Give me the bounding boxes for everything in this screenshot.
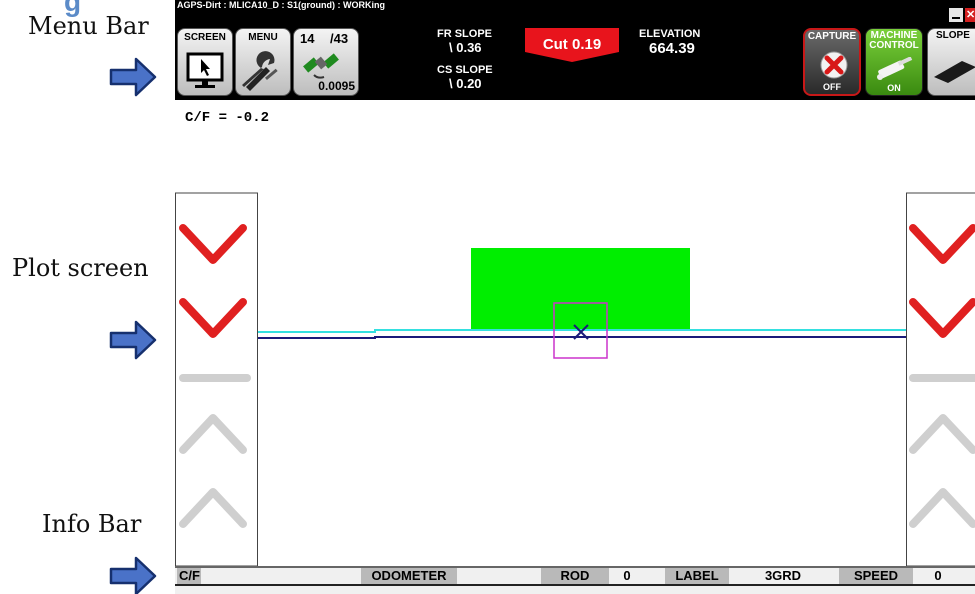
speed-field: SPEED (839, 568, 913, 584)
info-bar-divider (175, 584, 975, 586)
cs-slope-label: CS SLOPE (437, 64, 493, 76)
design-section (471, 248, 690, 330)
odometer-value-field (457, 568, 541, 584)
capture-state: OFF (823, 82, 841, 92)
cs-slope-value: \ 0.20 (449, 76, 482, 91)
hydraulic-cylinder-icon (877, 57, 913, 80)
satellites-used: 14 (300, 31, 315, 46)
machine-control-state: ON (887, 83, 901, 93)
machine-label-2: CONTROL (869, 40, 919, 51)
fr-slope-value: \ 0.36 (449, 40, 482, 55)
monitor-icon (186, 52, 224, 88)
info-bar: C/F ODOMETER ROD 0 LABEL 3GRD SPEED 0 (175, 566, 975, 594)
machine-control-toggle[interactable]: MACHINE CONTROL ON (865, 28, 923, 96)
label-field: LABEL (665, 568, 729, 584)
menu-bar-label: Menu Bar (28, 12, 149, 40)
capture-toggle[interactable]: CAPTURE OFF (803, 28, 861, 96)
slope-button[interactable]: SLOPE (927, 28, 975, 96)
info-bar-label: Info Bar (42, 510, 142, 538)
application-window: AGPS-Dirt : MLICA10_D : S1(ground) : WOR… (175, 0, 975, 594)
menu-button[interactable]: MENU (235, 28, 291, 96)
odometer-field: ODOMETER (361, 568, 457, 584)
ground-surface-line (258, 336, 906, 339)
cut-fill-readout: C/F = -0.2 (185, 110, 270, 126)
cf-value-field (201, 568, 361, 584)
cut-indicator: Cut 0.19 (525, 28, 619, 62)
slope-button-label: SLOPE (936, 30, 970, 41)
capture-label: CAPTURE (807, 31, 857, 42)
plot-screen[interactable] (175, 100, 975, 566)
close-button[interactable]: ✕ (965, 8, 975, 22)
screen-button-label: SCREEN (184, 32, 226, 43)
menu-button-label: MENU (248, 32, 278, 43)
rod-value: 0 (623, 568, 631, 583)
cs-slope-readout: CS SLOPE \ 0.20 (437, 64, 493, 91)
plot-screen-label: Plot screen (12, 254, 149, 282)
minimize-icon (952, 17, 960, 19)
elevation-readout: ELEVATION 664.39 (639, 28, 700, 57)
elevation-value: 664.39 (649, 40, 695, 57)
slope-icon (934, 61, 975, 83)
fr-slope-readout: FR SLOPE \ 0.36 (437, 28, 492, 55)
arrow-right-icon (109, 556, 157, 594)
arrow-right-icon (109, 320, 157, 360)
window-title: AGPS-Dirt : MLICA10_D : S1(ground) : WOR… (177, 0, 385, 10)
arrow-right-icon (109, 57, 157, 97)
menu-bar: AGPS-Dirt : MLICA10_D : S1(ground) : WOR… (175, 0, 975, 100)
cf-field: C/F (177, 568, 201, 584)
cut-value: Cut 0.19 (542, 36, 602, 53)
satellite-icon (303, 53, 339, 79)
capture-off-icon (820, 51, 848, 79)
gps-status-button[interactable]: 14 /43 0.0095 (293, 28, 359, 96)
rod-field: ROD (541, 568, 609, 584)
close-icon: ✕ (966, 9, 975, 21)
minimize-button[interactable] (949, 8, 963, 22)
satellites-total: /43 (330, 31, 349, 46)
speed-value: 0 (934, 568, 942, 583)
gps-precision-value: 0.0095 (318, 79, 355, 93)
wrench-icon (242, 51, 278, 91)
screen-button[interactable]: SCREEN (177, 28, 233, 96)
fr-slope-label: FR SLOPE (437, 28, 493, 40)
label-value: 3GRD (764, 568, 802, 583)
elevation-label: ELEVATION (639, 28, 701, 40)
annotation-column: g Menu Bar Plot screen Info Bar (0, 0, 175, 594)
